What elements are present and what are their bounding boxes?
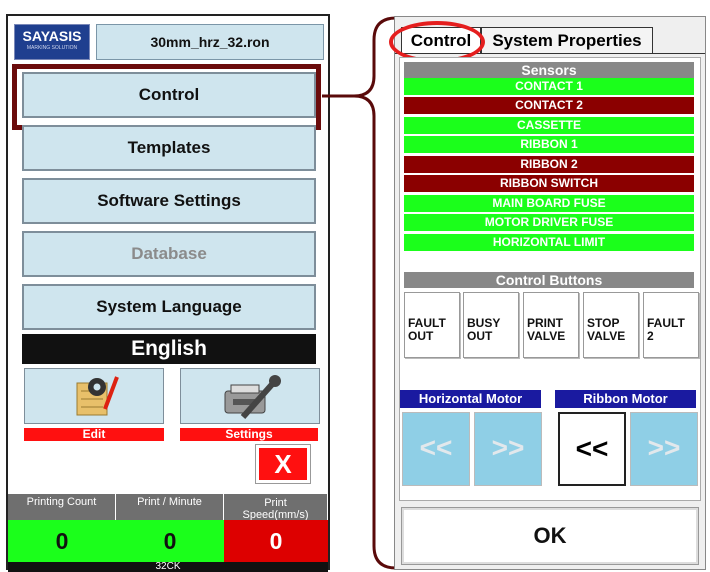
sensor-motor-driver-fuse: MOTOR DRIVER FUSE: [404, 214, 694, 231]
edit-label: Edit: [24, 428, 164, 441]
horizontal-motor-header: Horizontal Motor: [400, 390, 541, 408]
templates-button[interactable]: Templates: [22, 125, 316, 171]
busy-out-button[interactable]: BUSY OUT: [463, 292, 519, 358]
print-per-minute-value: 0: [116, 520, 224, 562]
sensor-ribbon-switch: RIBBON SWITCH: [404, 175, 694, 192]
logo-text: SAYASIS: [22, 28, 82, 44]
sensor-contact-2: CONTACT 2: [404, 97, 694, 114]
sensor-horizontal-limit: HORIZONTAL LIMIT: [404, 234, 694, 251]
sensor-cassette: CASSETTE: [404, 117, 694, 134]
edit-icon: [76, 376, 119, 416]
stop-valve-button[interactable]: STOP VALVE: [583, 292, 639, 358]
print-per-minute-label: Print / Minute: [116, 494, 224, 520]
ribbon-motor-header: Ribbon Motor: [555, 390, 696, 408]
brand-logo: SAYASIS MARKING SOLUTION: [14, 24, 90, 60]
main-menu-panel: SAYASIS MARKING SOLUTION 30mm_hrz_32.ron…: [6, 14, 330, 572]
database-button: Database: [22, 231, 316, 277]
template-filename: 30mm_hrz_32.ron: [96, 24, 324, 60]
print-valve-button[interactable]: PRINT VALVE: [523, 292, 579, 358]
control-button[interactable]: Control: [22, 72, 316, 118]
sensors-header: Sensors: [404, 62, 694, 78]
settings-icon: [224, 375, 281, 419]
sensor-main-board-fuse: MAIN BOARD FUSE: [404, 195, 694, 212]
close-button[interactable]: X: [255, 444, 311, 484]
printing-count-label: Printing Count: [8, 494, 116, 520]
settings-button[interactable]: [180, 368, 320, 424]
ribbon-motor-left-button[interactable]: <<: [558, 412, 626, 486]
edit-button[interactable]: [24, 368, 164, 424]
sensor-ribbon-1: RIBBON 1: [404, 136, 694, 153]
bracket-connector: [322, 16, 397, 570]
control-panel: Control System Properties Sensors CONTAC…: [389, 16, 706, 570]
horizontal-motor-right-button[interactable]: >>: [474, 412, 542, 486]
control-tab-content: Sensors CONTACT 1 CONTACT 2 CASSETTE RIB…: [399, 57, 701, 501]
settings-label: Settings: [180, 428, 318, 441]
printing-count-value: 0: [8, 520, 116, 562]
print-speed-label: Print Speed(mm/s): [224, 494, 328, 521]
tab-system-properties[interactable]: System Properties: [481, 27, 653, 53]
fault-out-button[interactable]: FAULT OUT: [404, 292, 460, 358]
ribbon-motor-right-button[interactable]: >>: [630, 412, 698, 486]
software-settings-button[interactable]: Software Settings: [22, 178, 316, 224]
horizontal-motor-left-button[interactable]: <<: [402, 412, 470, 486]
ok-button[interactable]: OK: [401, 507, 699, 565]
control-buttons-header: Control Buttons: [404, 272, 694, 288]
sensor-contact-1: CONTACT 1: [404, 78, 694, 95]
sensor-ribbon-2: RIBBON 2: [404, 156, 694, 173]
logo-tagline: MARKING SOLUTION: [26, 45, 78, 51]
fault-2-button[interactable]: FAULT 2: [643, 292, 699, 358]
language-value: English: [22, 334, 316, 364]
system-language-button[interactable]: System Language: [22, 284, 316, 330]
print-speed-value: 0: [224, 520, 328, 562]
